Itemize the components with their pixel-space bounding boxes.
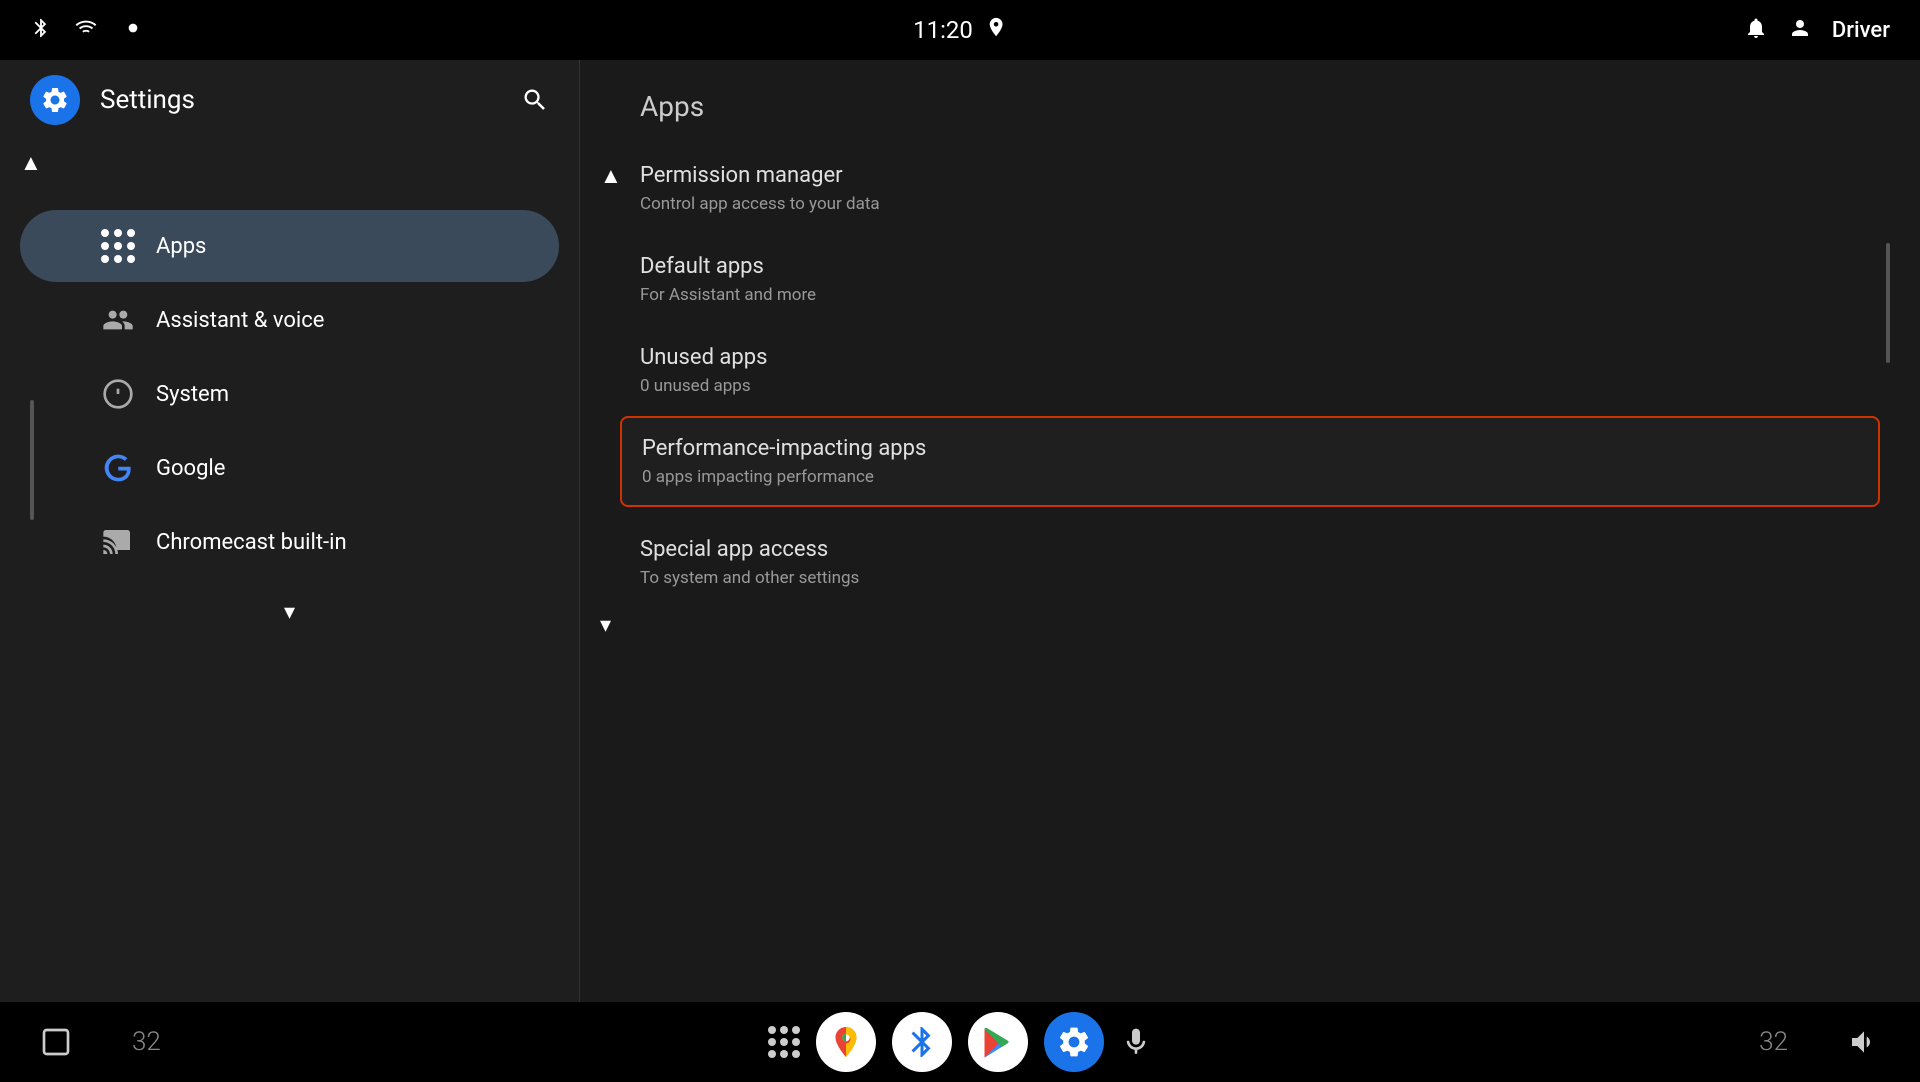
assistant-icon: [100, 302, 136, 338]
play-store-app-icon[interactable]: [968, 1012, 1028, 1072]
clock: 11:20: [913, 16, 973, 44]
google-icon: [100, 450, 136, 486]
settings-app-icon: [30, 75, 80, 125]
menu-item-default-apps[interactable]: Default apps For Assistant and more: [640, 234, 1860, 325]
system-icon: [100, 376, 136, 412]
volume-button[interactable]: [1848, 1026, 1880, 1058]
status-bar-left: [30, 14, 146, 46]
sidebar-item-assistant[interactable]: Assistant & voice: [20, 284, 559, 356]
permission-manager-title: Permission manager: [640, 163, 1860, 188]
special-app-access-title: Special app access: [640, 537, 1860, 562]
home-button[interactable]: [768, 1026, 800, 1058]
sidebar-collapse-down-button[interactable]: ▾: [0, 580, 579, 645]
sidebar-item-chromecast[interactable]: Chromecast built-in: [20, 506, 559, 578]
menu-item-performance-impacting[interactable]: Performance-impacting apps 0 apps impact…: [620, 416, 1880, 507]
apps-label: Apps: [156, 234, 206, 259]
settings-app-bottom-icon[interactable]: [1044, 1012, 1104, 1072]
menu-item-permission-manager[interactable]: Permission manager Control app access to…: [640, 143, 1860, 234]
notification-icon: [1744, 14, 1768, 47]
main-layout: Settings ▲ Apps: [0, 60, 1920, 1002]
sidebar-nav: ▲ Apps Assistan: [0, 140, 579, 1002]
sidebar-collapse-up-button[interactable]: ▲: [20, 150, 42, 176]
left-number: 32: [132, 1027, 161, 1057]
system-label: System: [156, 382, 229, 407]
menu-item-special-app-access[interactable]: Special app access To system and other s…: [640, 517, 1860, 608]
status-bar-right: Driver: [1744, 14, 1890, 47]
right-number: 32: [1759, 1027, 1788, 1057]
bottom-nav-right: 32: [1759, 1026, 1880, 1058]
maps-app-icon[interactable]: [816, 1012, 876, 1072]
bluetooth-app-icon[interactable]: [892, 1012, 952, 1072]
performance-impacting-title: Performance-impacting apps: [642, 436, 1858, 461]
sidebar-title: Settings: [100, 85, 195, 115]
sidebar: Settings ▲ Apps: [0, 60, 580, 1002]
sidebar-header-left: Settings: [30, 75, 195, 125]
unused-apps-title: Unused apps: [640, 345, 1860, 370]
bottom-nav-left: 32: [40, 1026, 161, 1058]
sidebar-scroll-indicator: [30, 400, 34, 520]
chromecast-label: Chromecast built-in: [156, 530, 347, 555]
brightness-icon: [120, 15, 146, 45]
content-collapse-up-button[interactable]: ▲: [600, 163, 622, 189]
sidebar-item-apps[interactable]: Apps: [20, 210, 559, 282]
google-label: Google: [156, 456, 225, 481]
performance-impacting-subtitle: 0 apps impacting performance: [642, 467, 1858, 487]
content-collapse-down-button[interactable]: ▾: [600, 612, 611, 638]
search-button[interactable]: [521, 86, 549, 114]
content-pane: Apps ▲ Permission manager Control app ac…: [580, 60, 1920, 1002]
content-title: Apps: [640, 90, 1860, 123]
bluetooth-icon: [30, 14, 52, 46]
status-bar: 11:20 Driver: [0, 0, 1920, 60]
recents-button[interactable]: [40, 1026, 72, 1058]
default-apps-title: Default apps: [640, 254, 1860, 279]
status-bar-center: 11:20: [913, 13, 1007, 47]
wifi-icon: [72, 17, 100, 43]
bottom-nav: 32: [0, 1002, 1920, 1082]
permission-manager-subtitle: Control app access to your data: [640, 194, 1860, 214]
sidebar-item-system[interactable]: System: [20, 358, 559, 430]
user-label: Driver: [1832, 18, 1890, 43]
assistant-label: Assistant & voice: [156, 308, 324, 333]
content-scroll-indicator: [1886, 243, 1890, 363]
cast-icon: [100, 524, 136, 560]
menu-item-unused-apps[interactable]: Unused apps 0 unused apps: [640, 325, 1860, 416]
user-icon: [1788, 14, 1812, 47]
special-app-access-subtitle: To system and other settings: [640, 568, 1860, 588]
apps-icon: [100, 228, 136, 264]
content-section: ▲ Permission manager Control app access …: [640, 143, 1860, 608]
unused-apps-subtitle: 0 unused apps: [640, 376, 1860, 396]
location-icon: [985, 13, 1007, 47]
default-apps-subtitle: For Assistant and more: [640, 285, 1860, 305]
microphone-button[interactable]: [1120, 1026, 1152, 1058]
bottom-nav-center: [768, 1012, 1152, 1072]
sidebar-item-google[interactable]: Google: [20, 432, 559, 504]
sidebar-header: Settings: [0, 60, 579, 140]
